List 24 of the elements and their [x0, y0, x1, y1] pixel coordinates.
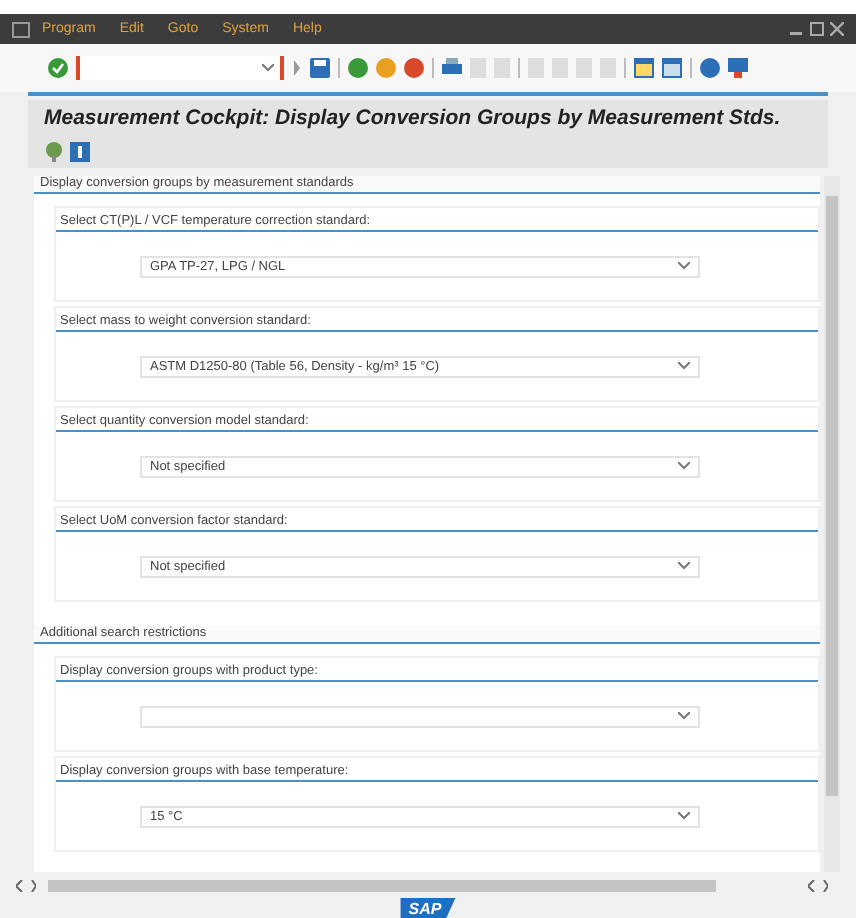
caret-icon[interactable]	[678, 812, 690, 820]
scroll-left-icon[interactable]	[16, 880, 36, 892]
caret-icon[interactable]	[678, 712, 690, 720]
screen-title: Measurement Cockpit: Display Conversion Groups by Measurement Stds.	[44, 106, 781, 130]
caret-icon[interactable]	[262, 64, 274, 72]
new-session-icon[interactable]	[634, 58, 654, 78]
caret-icon[interactable]	[678, 562, 690, 570]
scroll-right-icon[interactable]	[808, 880, 828, 892]
shortcut-icon[interactable]	[662, 58, 682, 78]
logo: SAP	[400, 898, 456, 918]
monitor-icon[interactable]	[728, 58, 748, 78]
enter-icon[interactable]	[48, 58, 68, 78]
caret-icon[interactable]	[678, 262, 690, 270]
save-icon[interactable]	[310, 58, 330, 78]
info-icon[interactable]	[70, 142, 90, 162]
print-icon[interactable]	[442, 58, 462, 78]
caret-icon[interactable]	[678, 462, 690, 470]
window-icon[interactable]	[12, 21, 30, 37]
caret-icon[interactable]	[678, 362, 690, 370]
horizontal-scrollbar[interactable]	[48, 880, 716, 892]
maximize-icon[interactable]	[810, 22, 824, 36]
vertical-scrollbar[interactable]	[824, 176, 840, 872]
command-field[interactable]	[76, 56, 284, 80]
close-icon[interactable]	[830, 22, 844, 36]
